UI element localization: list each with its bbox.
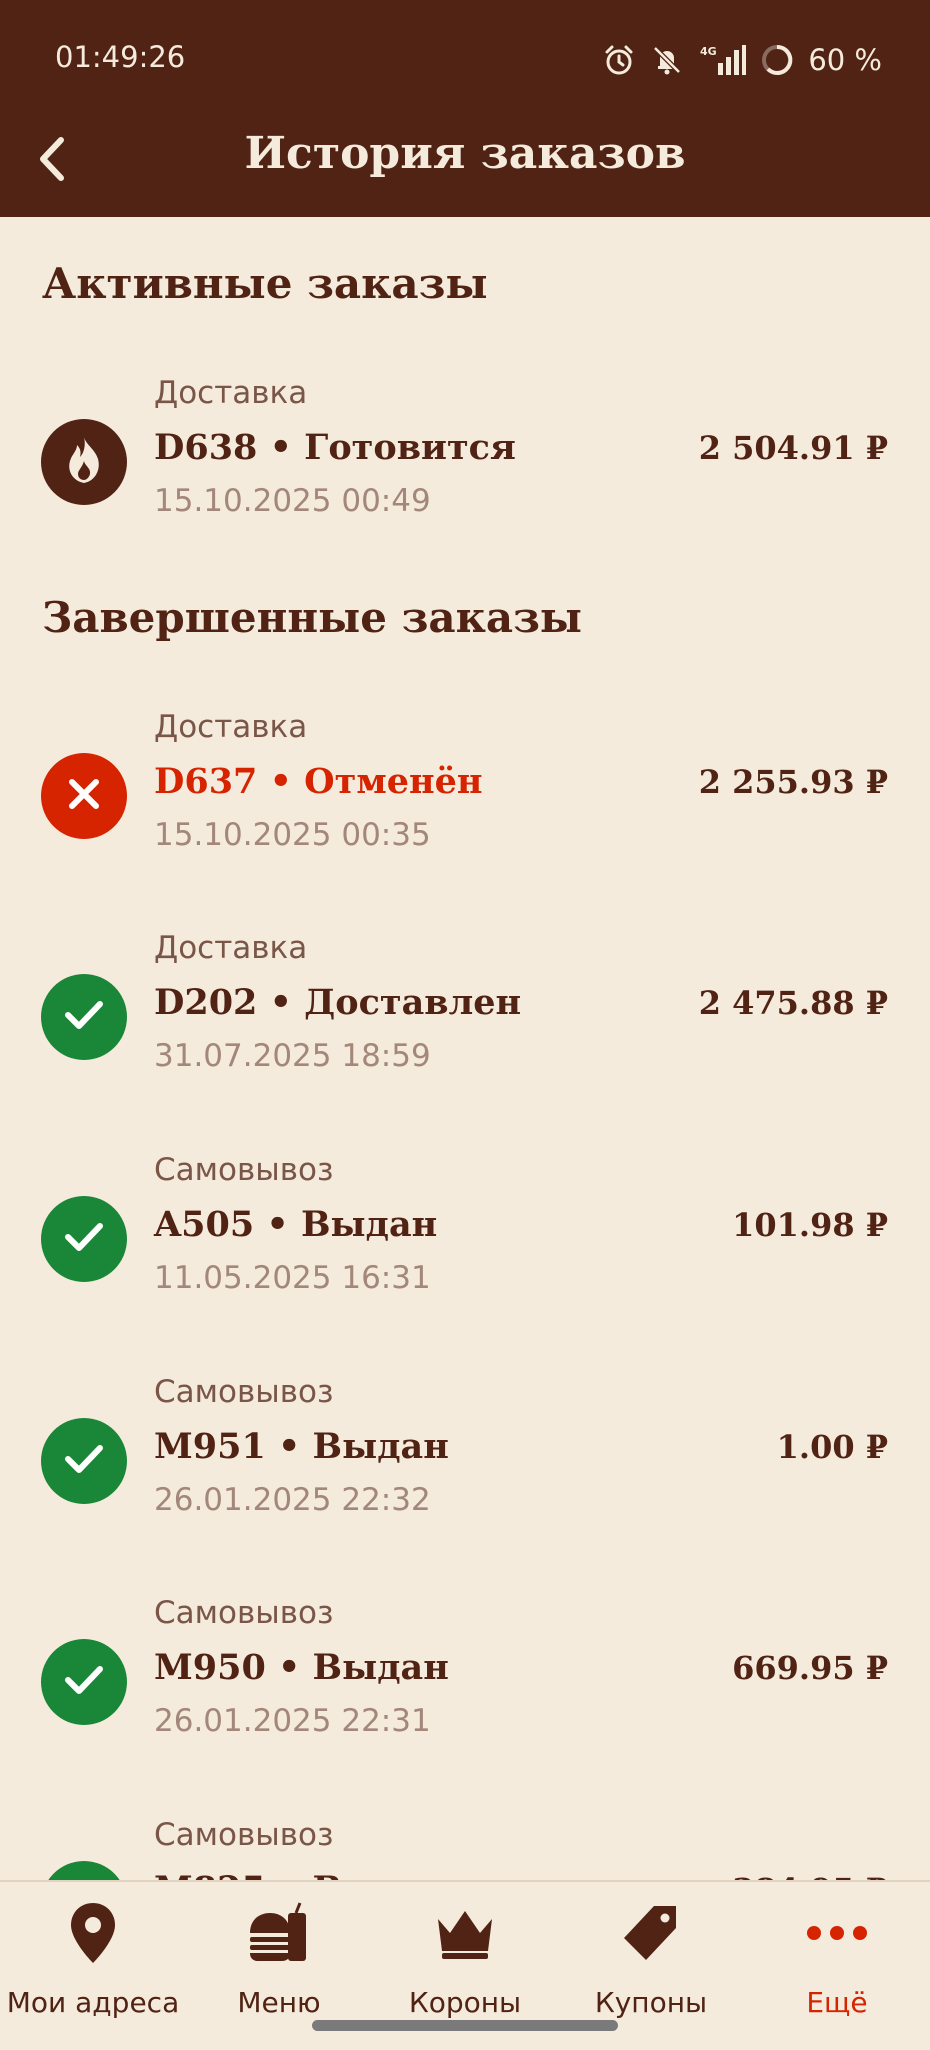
order-type: Самовывоз: [154, 1595, 334, 1631]
order-type: Самовывоз: [154, 1817, 334, 1853]
order-date: 26.01.2025 22:31: [154, 1703, 431, 1739]
home-indicator[interactable]: [312, 2020, 618, 2031]
order-history-list[interactable]: Активные заказы Доставка D638 • Готовитс…: [0, 217, 930, 1881]
order-row[interactable]: Самовывоз A505 • Выдан 11.05.2025 16:31 …: [0, 1128, 930, 1298]
alarm-icon: [602, 43, 636, 77]
nav-label: Короны: [408, 1986, 522, 2019]
order-price: 101.98 ₽: [732, 1206, 888, 1244]
status-circle-done: [41, 974, 127, 1060]
svg-text:4G: 4G: [700, 45, 717, 58]
status-circle-done: [41, 1196, 127, 1282]
order-row[interactable]: Самовывоз M950 • Выдан 26.01.2025 22:31 …: [0, 1571, 930, 1741]
order-date: 26.01.2025 22:32: [154, 1482, 431, 1518]
order-price: 1.00 ₽: [776, 1428, 888, 1466]
order-number-status: M951 • Выдан: [154, 1426, 449, 1467]
status-circle-done: [41, 1418, 127, 1504]
order-number-status: M950 • Выдан: [154, 1647, 449, 1688]
status-circle-active: [41, 419, 127, 505]
order-number-status: D638 • Готовится: [154, 427, 516, 468]
battery-icon: [760, 43, 794, 77]
order-price: 2 504.91 ₽: [698, 429, 888, 467]
location-pin-icon: [67, 1898, 119, 1968]
order-date: 31.07.2025 18:59: [154, 1038, 431, 1074]
order-number-status: D202 • Доставлен: [154, 982, 522, 1023]
status-time: 01:49:26: [55, 40, 186, 74]
order-type: Доставка: [154, 709, 308, 745]
order-number-status: D637 • Отменён: [154, 761, 483, 802]
order-row[interactable]: Самовывоз M951 • Выдан 26.01.2025 22:32 …: [0, 1350, 930, 1520]
order-type: Самовывоз: [154, 1152, 334, 1188]
order-price: 2 475.88 ₽: [698, 984, 888, 1022]
check-icon: [63, 1219, 105, 1259]
status-icons: 4G 60 %: [602, 36, 882, 84]
order-date: 11.05.2025 16:31: [154, 1260, 431, 1296]
fire-icon: [62, 435, 106, 489]
battery-level: 60 %: [808, 43, 882, 77]
signal-icon: 4G: [698, 43, 747, 77]
nav-label: Ещё: [806, 1986, 868, 2019]
order-row-active[interactable]: Доставка D638 • Готовится 15.10.2025 00:…: [0, 351, 930, 521]
nav-label: Меню: [237, 1986, 321, 2019]
order-type: Доставка: [154, 930, 308, 966]
status-circle-cancelled: [41, 753, 127, 839]
check-icon: [63, 1441, 105, 1481]
nav-more[interactable]: Ещё: [744, 1882, 930, 2050]
status-circle-done: [41, 1861, 127, 1881]
nav-label: Купоны: [594, 1986, 708, 2019]
nav-label: Мои адреса: [6, 1986, 180, 2019]
order-price: 2 255.93 ₽: [698, 763, 888, 801]
crown-icon: [434, 1898, 496, 1968]
order-date: 15.10.2025 00:35: [154, 817, 431, 853]
app-header: 01:49:26 4G 60 % История заказов: [0, 0, 930, 217]
check-icon: [63, 997, 105, 1037]
completed-orders-title: Завершенные заказы: [42, 593, 583, 642]
order-row[interactable]: Доставка D637 • Отменён 15.10.2025 00:35…: [0, 685, 930, 855]
nav-my-addresses[interactable]: Мои адреса: [0, 1882, 186, 2050]
order-row[interactable]: Доставка D202 • Доставлен 31.07.2025 18:…: [0, 906, 930, 1076]
status-circle-done: [41, 1639, 127, 1725]
order-type: Самовывоз: [154, 1374, 334, 1410]
order-row[interactable]: Самовывоз M825 • Выдан 384.95 ₽: [0, 1793, 930, 1881]
tag-icon: [620, 1898, 682, 1968]
check-icon: [63, 1662, 105, 1702]
order-date: 15.10.2025 00:49: [154, 483, 431, 519]
mute-icon: [650, 43, 684, 77]
page-title: История заказов: [244, 128, 686, 179]
order-number-status: A505 • Выдан: [154, 1204, 438, 1245]
order-price: 669.95 ₽: [732, 1649, 888, 1687]
burger-drink-icon: [246, 1898, 312, 1968]
more-dots-icon: [804, 1898, 870, 1968]
active-orders-title: Активные заказы: [42, 259, 488, 308]
order-type: Доставка: [154, 375, 308, 411]
close-icon: [65, 775, 103, 817]
